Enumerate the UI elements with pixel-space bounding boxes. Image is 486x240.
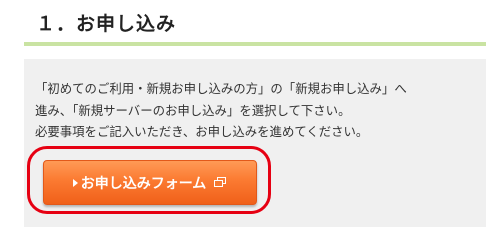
new-window-icon (214, 177, 227, 188)
application-form-button[interactable]: お申し込みフォーム (43, 160, 257, 205)
heading-underline (24, 42, 486, 46)
section-heading: １．お申し込み (36, 13, 177, 35)
instruction-line-1: 「初めてのご利用・新規お申し込みの方」の「新規お申し込み」へ (35, 81, 407, 96)
application-form-button-label: お申し込みフォーム (80, 175, 207, 192)
instruction-text: 「初めてのご利用・新規お申し込みの方」の「新規お申し込み」へ 進み、「新規サーバ… (35, 78, 480, 143)
instruction-line-3: 必要事項をご記入いただき、お申し込みを進めてください。 (35, 124, 369, 139)
instruction-line-2: 進み、「新規サーバーのお申し込み」を選択して下さい。 (35, 102, 351, 118)
page: １．お申し込み 「初めてのご利用・新規お申し込みの方」の「新規お申し込み」へ 進… (0, 0, 486, 227)
arrow-right-icon (72, 178, 78, 187)
